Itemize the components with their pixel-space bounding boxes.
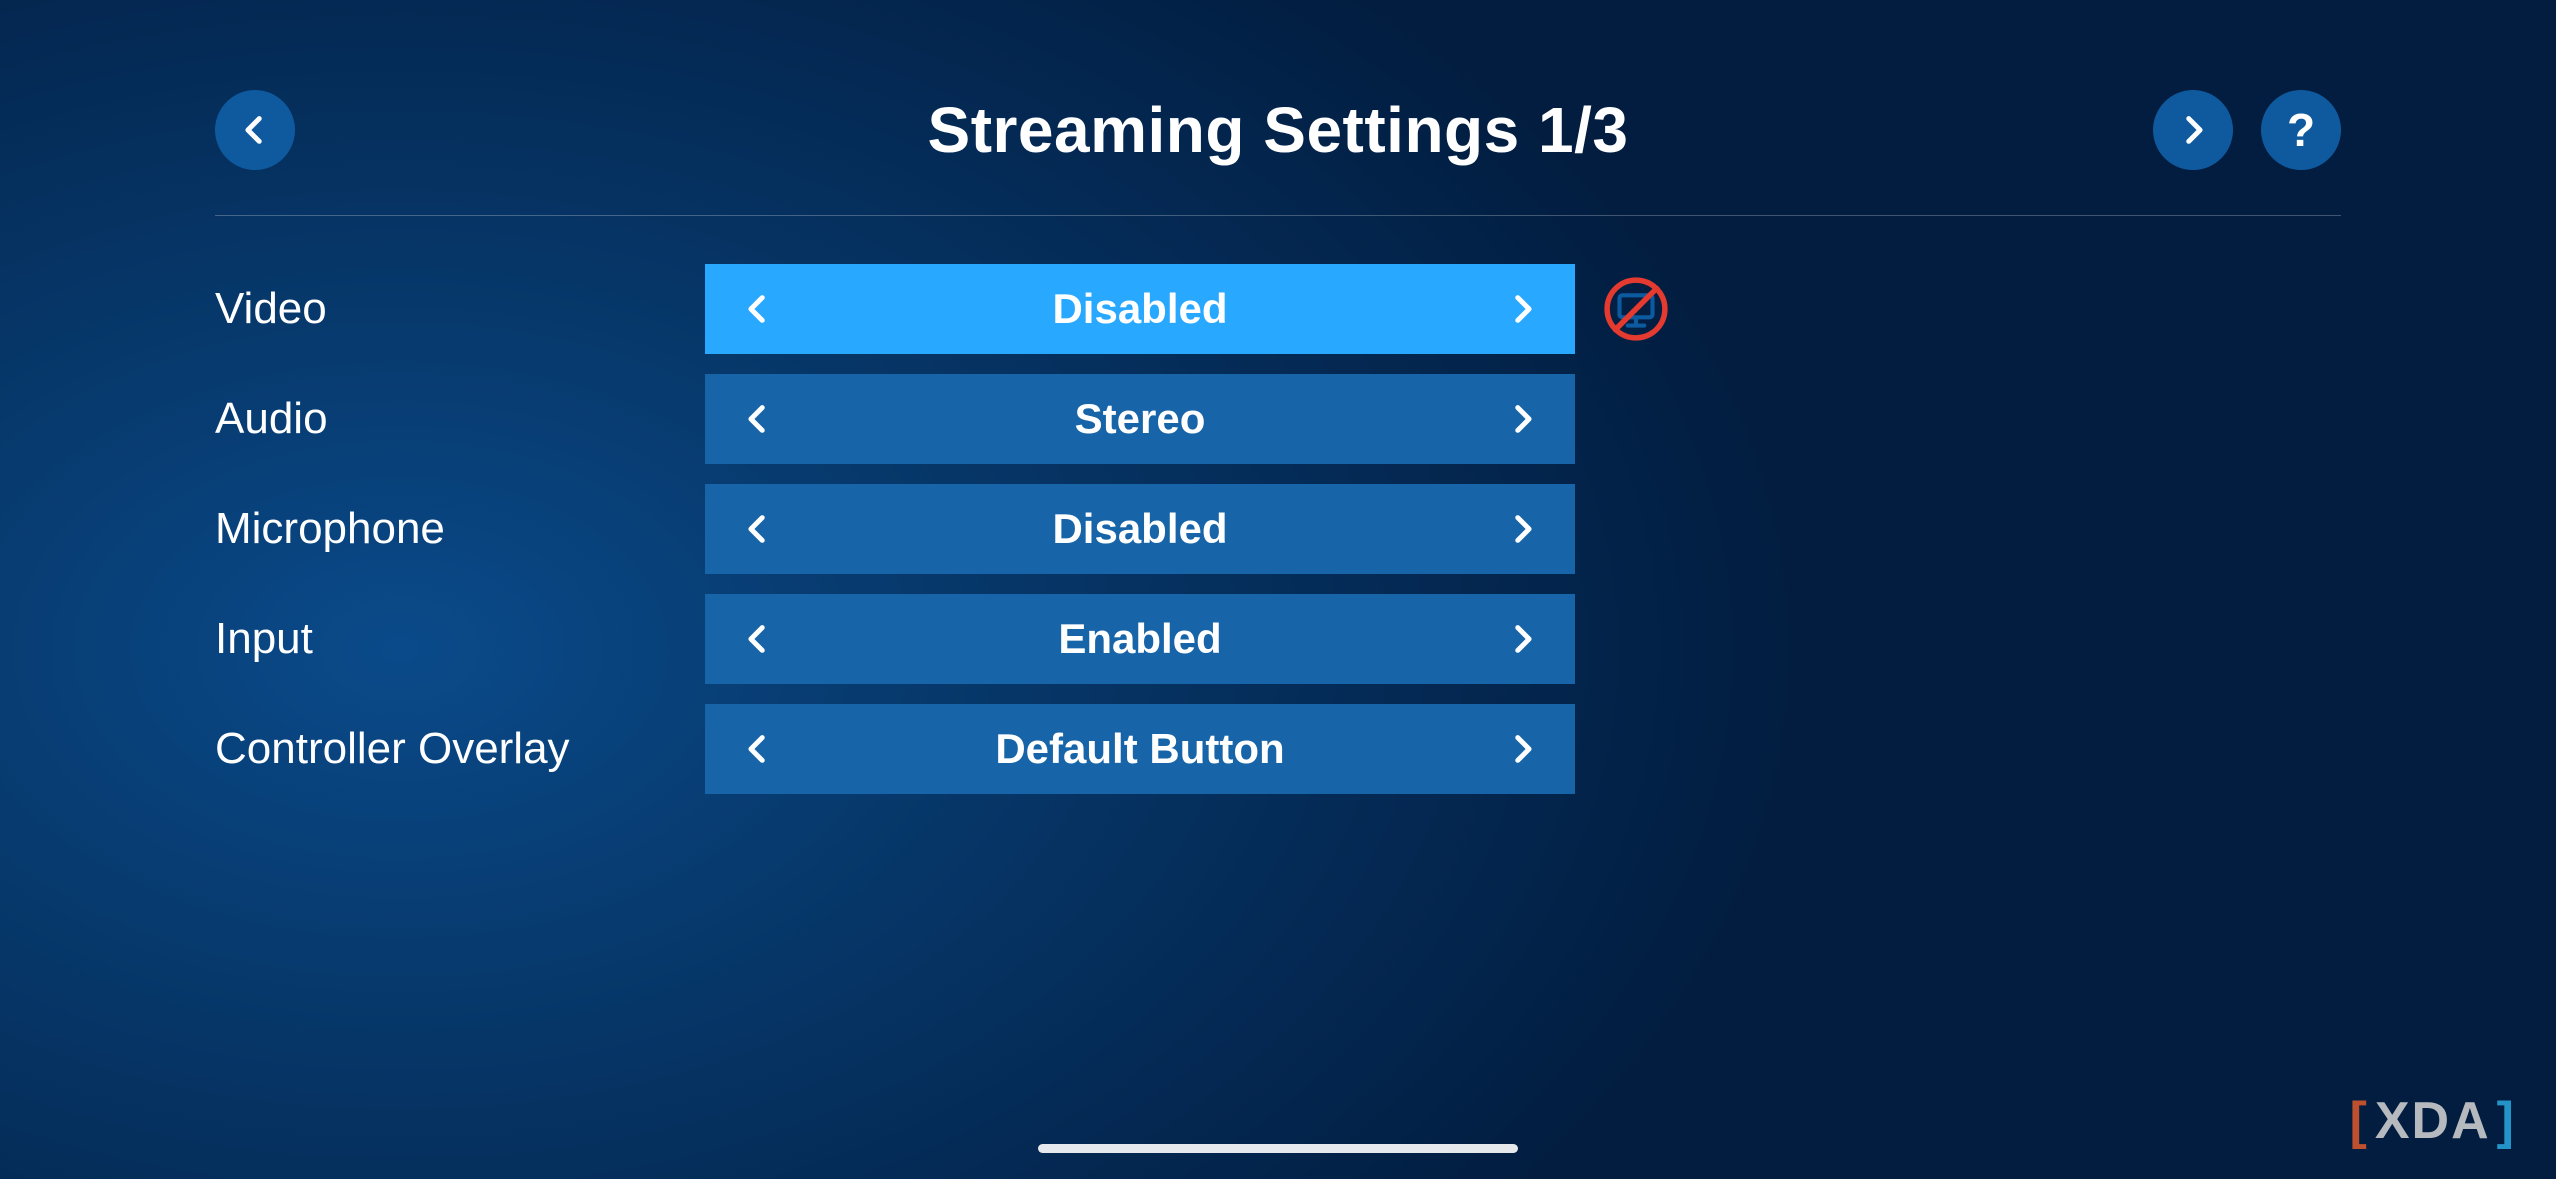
selector-prev-button[interactable] — [741, 732, 775, 766]
home-indicator[interactable] — [1038, 1144, 1518, 1153]
setting-row-controller-overlay: Controller Overlay Default Button — [215, 704, 2341, 794]
selector-value: Disabled — [1052, 285, 1227, 333]
setting-label: Controller Overlay — [215, 724, 705, 774]
setting-label: Microphone — [215, 504, 705, 554]
setting-row-video: Video Disabled — [215, 264, 2341, 354]
selector-value: Default Button — [995, 725, 1284, 773]
display-disabled-icon — [1603, 276, 1669, 342]
chevron-left-icon — [741, 512, 775, 546]
chevron-right-icon — [2176, 113, 2210, 147]
chevron-right-icon — [1505, 402, 1539, 436]
selector-next-button[interactable] — [1505, 512, 1539, 546]
divider — [215, 215, 2341, 216]
back-button[interactable] — [215, 90, 295, 170]
watermark: [XDA] — [2350, 1091, 2516, 1151]
watermark-text: XDA — [2375, 1091, 2491, 1151]
setting-selector-input[interactable]: Enabled — [705, 594, 1575, 684]
selector-prev-button[interactable] — [741, 512, 775, 546]
selector-value: Disabled — [1052, 505, 1227, 553]
help-button[interactable]: ? — [2261, 90, 2341, 170]
selector-next-button[interactable] — [1505, 732, 1539, 766]
selector-prev-button[interactable] — [741, 292, 775, 326]
selector-value: Enabled — [1058, 615, 1221, 663]
settings-list: Video Disabled Audio Stereo — [215, 264, 2341, 794]
setting-label: Input — [215, 614, 705, 664]
setting-selector-video[interactable]: Disabled — [705, 264, 1575, 354]
page-title: Streaming Settings 1/3 — [215, 93, 2341, 167]
chevron-left-icon — [741, 292, 775, 326]
selector-prev-button[interactable] — [741, 402, 775, 436]
header: Streaming Settings 1/3 ? — [215, 85, 2341, 175]
selector-prev-button[interactable] — [741, 622, 775, 656]
setting-selector-microphone[interactable]: Disabled — [705, 484, 1575, 574]
selector-next-button[interactable] — [1505, 622, 1539, 656]
selector-value: Stereo — [1075, 395, 1206, 443]
setting-row-audio: Audio Stereo — [215, 374, 2341, 464]
selector-next-button[interactable] — [1505, 292, 1539, 326]
next-page-button[interactable] — [2153, 90, 2233, 170]
setting-row-input: Input Enabled — [215, 594, 2341, 684]
chevron-left-icon — [741, 732, 775, 766]
chevron-right-icon — [1505, 732, 1539, 766]
chevron-right-icon — [1505, 622, 1539, 656]
chevron-left-icon — [741, 402, 775, 436]
bracket-right-icon: ] — [2497, 1091, 2516, 1151]
setting-label: Audio — [215, 394, 705, 444]
setting-selector-controller-overlay[interactable]: Default Button — [705, 704, 1575, 794]
chevron-right-icon — [1505, 512, 1539, 546]
chevron-left-icon — [238, 113, 272, 147]
bracket-left-icon: [ — [2350, 1091, 2369, 1151]
chevron-right-icon — [1505, 292, 1539, 326]
chevron-left-icon — [741, 622, 775, 656]
setting-label: Video — [215, 284, 705, 334]
selector-next-button[interactable] — [1505, 402, 1539, 436]
setting-row-microphone: Microphone Disabled — [215, 484, 2341, 574]
setting-selector-audio[interactable]: Stereo — [705, 374, 1575, 464]
